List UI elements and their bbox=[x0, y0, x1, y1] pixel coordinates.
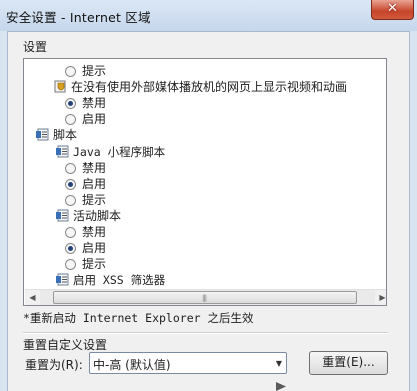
window-title: 安全设置 - Internet 区域 bbox=[6, 10, 151, 25]
title-bar: 安全设置 - Internet 区域 ✕ bbox=[0, 0, 417, 31]
setting-label: 活动脚本 bbox=[73, 208, 122, 223]
restart-note: *重新启动 Internet Explorer 之后生效 bbox=[23, 311, 254, 325]
close-icon: ✕ bbox=[387, 1, 398, 16]
setting-label: Java 小程序脚本 bbox=[73, 144, 166, 159]
radio-label: 提示 bbox=[82, 257, 107, 272]
radio-unchecked-icon[interactable] bbox=[65, 227, 76, 238]
radio-unchecked-icon[interactable] bbox=[65, 259, 76, 271]
settings-list[interactable]: 提示 在没有使用外部媒体播放机的网页上显示视频和动画 禁用 启用 脚本 Java 小程序脚… bbox=[23, 58, 387, 306]
chevron-down-icon: ▼ bbox=[275, 359, 282, 368]
radio-unchecked-icon[interactable] bbox=[65, 114, 76, 126]
radio-label: 提示 bbox=[82, 192, 107, 207]
radio-unchecked-icon[interactable] bbox=[65, 194, 76, 206]
close-button[interactable]: ✕ bbox=[371, 0, 414, 20]
radio-unchecked-icon[interactable] bbox=[65, 162, 76, 174]
settings-group-label: 设置 bbox=[23, 40, 48, 54]
scroll-right-arrow-icon[interactable]: ▶ bbox=[375, 290, 386, 305]
radio-label: 禁用 bbox=[82, 96, 107, 111]
reset-to-label: 重置为(R): bbox=[25, 358, 83, 372]
setting-label: 启用 XSS 筛选器 bbox=[73, 273, 166, 288]
radio-label: 启用 bbox=[82, 112, 107, 127]
scroll-left-arrow-icon[interactable]: ◀ bbox=[25, 290, 40, 305]
settings-list-icon bbox=[56, 209, 69, 222]
radio-label: 启用 bbox=[82, 176, 107, 191]
radio-checked-icon[interactable] bbox=[65, 243, 76, 255]
settings-list-icon bbox=[36, 128, 49, 141]
radio-label: 启用 bbox=[82, 241, 107, 256]
shield-settings-icon bbox=[54, 80, 66, 93]
radio-label: 禁用 bbox=[82, 160, 107, 175]
radio-label: 提示 bbox=[82, 64, 107, 78]
horizontal-scroll-thumb[interactable]: ||| bbox=[53, 291, 357, 304]
radio-checked-icon[interactable] bbox=[65, 98, 76, 110]
reset-level-value: 中-高 (默认值) bbox=[93, 358, 171, 372]
grip-icon: ||| bbox=[202, 294, 207, 302]
setting-label: 在没有使用外部媒体播放机的网页上显示视频和动画 bbox=[71, 80, 348, 95]
reset-level-select[interactable]: 中-高 (默认值) ▼ bbox=[89, 352, 287, 374]
radio-checked-icon[interactable] bbox=[65, 178, 76, 190]
settings-list-icon bbox=[56, 273, 69, 286]
radio-label: 禁用 bbox=[82, 225, 107, 239]
horizontal-scrollbar[interactable]: ◀ ||| ▶ bbox=[25, 289, 386, 305]
reset-group-label: 重置自定义设置 bbox=[23, 338, 108, 352]
category-label: 脚本 bbox=[53, 128, 78, 143]
divider bbox=[23, 332, 388, 334]
radio-unchecked-icon[interactable] bbox=[65, 66, 76, 77]
reset-button[interactable]: 重置(E)... bbox=[309, 351, 388, 375]
settings-list-icon bbox=[56, 145, 69, 157]
